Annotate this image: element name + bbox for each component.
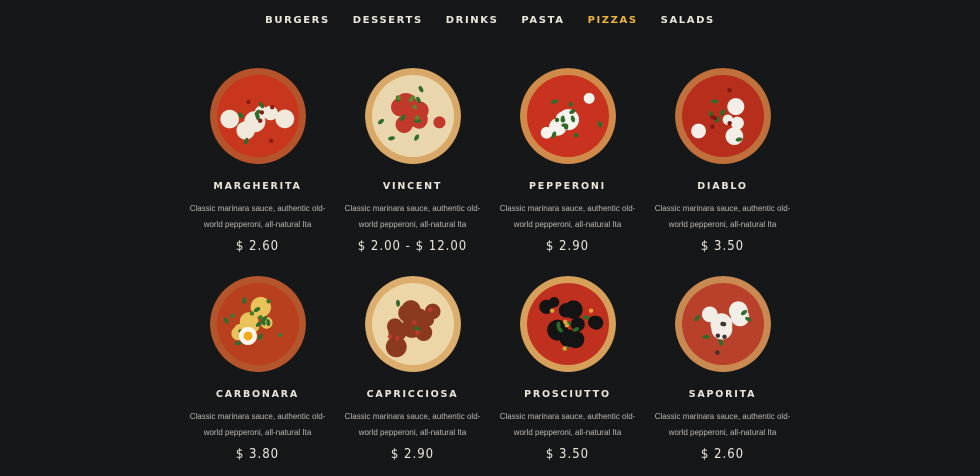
menu-item-name[interactable]: CARBONARA: [180, 389, 335, 400]
nav-item-salads[interactable]: SALADS: [649, 15, 726, 26]
menu-item[interactable]: CAPRICCIOSA Classic marinara sauce, auth…: [335, 276, 490, 476]
nav-item-pasta[interactable]: PASTA: [510, 15, 576, 26]
category-nav: BURGERS DESSERTS DRINKS PASTA PIZZAS SAL…: [0, 15, 980, 26]
menu-item-name[interactable]: MARGHERITA: [180, 181, 335, 192]
pizza-saporita-image[interactable]: [674, 276, 771, 372]
pizza-diablo-image[interactable]: [674, 68, 771, 164]
menu-item-description: Classic marinara sauce, authentic old-wo…: [499, 412, 636, 437]
menu-item-price: $ 2.60: [700, 447, 745, 462]
menu-item-price: $ 2.90: [390, 447, 435, 462]
menu-item-name[interactable]: VINCENT: [335, 181, 490, 192]
menu-item[interactable]: MARGHERITA Classic marinara sauce, authe…: [180, 68, 335, 276]
pizza-capricciosa-image[interactable]: [364, 276, 461, 372]
menu-item[interactable]: PROSCIUTTO Classic marinara sauce, authe…: [490, 276, 645, 476]
pizza-margherita-image[interactable]: [209, 68, 306, 164]
menu-item-description: Classic marinara sauce, authentic old-wo…: [654, 412, 791, 437]
menu-item[interactable]: CARBONARA Classic marinara sauce, authen…: [180, 276, 335, 476]
menu-item-name[interactable]: PEPPERONI: [490, 181, 645, 192]
menu-item[interactable]: DIABLO Classic marinara sauce, authentic…: [645, 68, 800, 276]
menu-item-description: Classic marinara sauce, authentic old-wo…: [344, 412, 481, 437]
menu-item[interactable]: PEPPERONI Classic marinara sauce, authen…: [490, 68, 645, 276]
menu-item[interactable]: SAPORITA Classic marinara sauce, authent…: [645, 276, 800, 476]
menu-item-name[interactable]: PROSCIUTTO: [490, 389, 645, 400]
pizza-prosciutto-image[interactable]: [519, 276, 616, 372]
menu-item-price: $ 2.90: [545, 239, 590, 254]
menu-item-name[interactable]: SAPORITA: [645, 389, 800, 400]
menu-item[interactable]: VINCENT Classic marinara sauce, authenti…: [335, 68, 490, 276]
menu-item-description: Classic marinara sauce, authentic old-wo…: [189, 204, 326, 229]
pizza-carbonara-image[interactable]: [209, 276, 306, 372]
pizza-pepperoni-image[interactable]: [519, 68, 616, 164]
menu-grid: MARGHERITA Classic marinara sauce, authe…: [180, 68, 800, 476]
menu-item-description: Classic marinara sauce, authentic old-wo…: [344, 204, 481, 229]
menu-item-price: $ 2.00 - $ 12.00: [357, 239, 468, 254]
menu-item-price: $ 3.50: [700, 239, 745, 254]
nav-item-pizzas[interactable]: PIZZAS: [576, 15, 649, 26]
nav-item-desserts[interactable]: DESSERTS: [341, 15, 434, 26]
nav-item-burgers[interactable]: BURGERS: [254, 15, 342, 26]
menu-item-description: Classic marinara sauce, authentic old-wo…: [654, 204, 791, 229]
nav-item-drinks[interactable]: DRINKS: [434, 15, 510, 26]
menu-item-name[interactable]: CAPRICCIOSA: [335, 389, 490, 400]
menu-item-price: $ 3.80: [235, 447, 280, 462]
menu-item-price: $ 3.50: [545, 447, 590, 462]
menu-item-price: $ 2.60: [235, 239, 280, 254]
menu-item-name[interactable]: DIABLO: [645, 181, 800, 192]
pizza-vincent-image[interactable]: [364, 68, 461, 164]
menu-item-description: Classic marinara sauce, authentic old-wo…: [189, 412, 326, 437]
menu-item-description: Classic marinara sauce, authentic old-wo…: [499, 204, 636, 229]
